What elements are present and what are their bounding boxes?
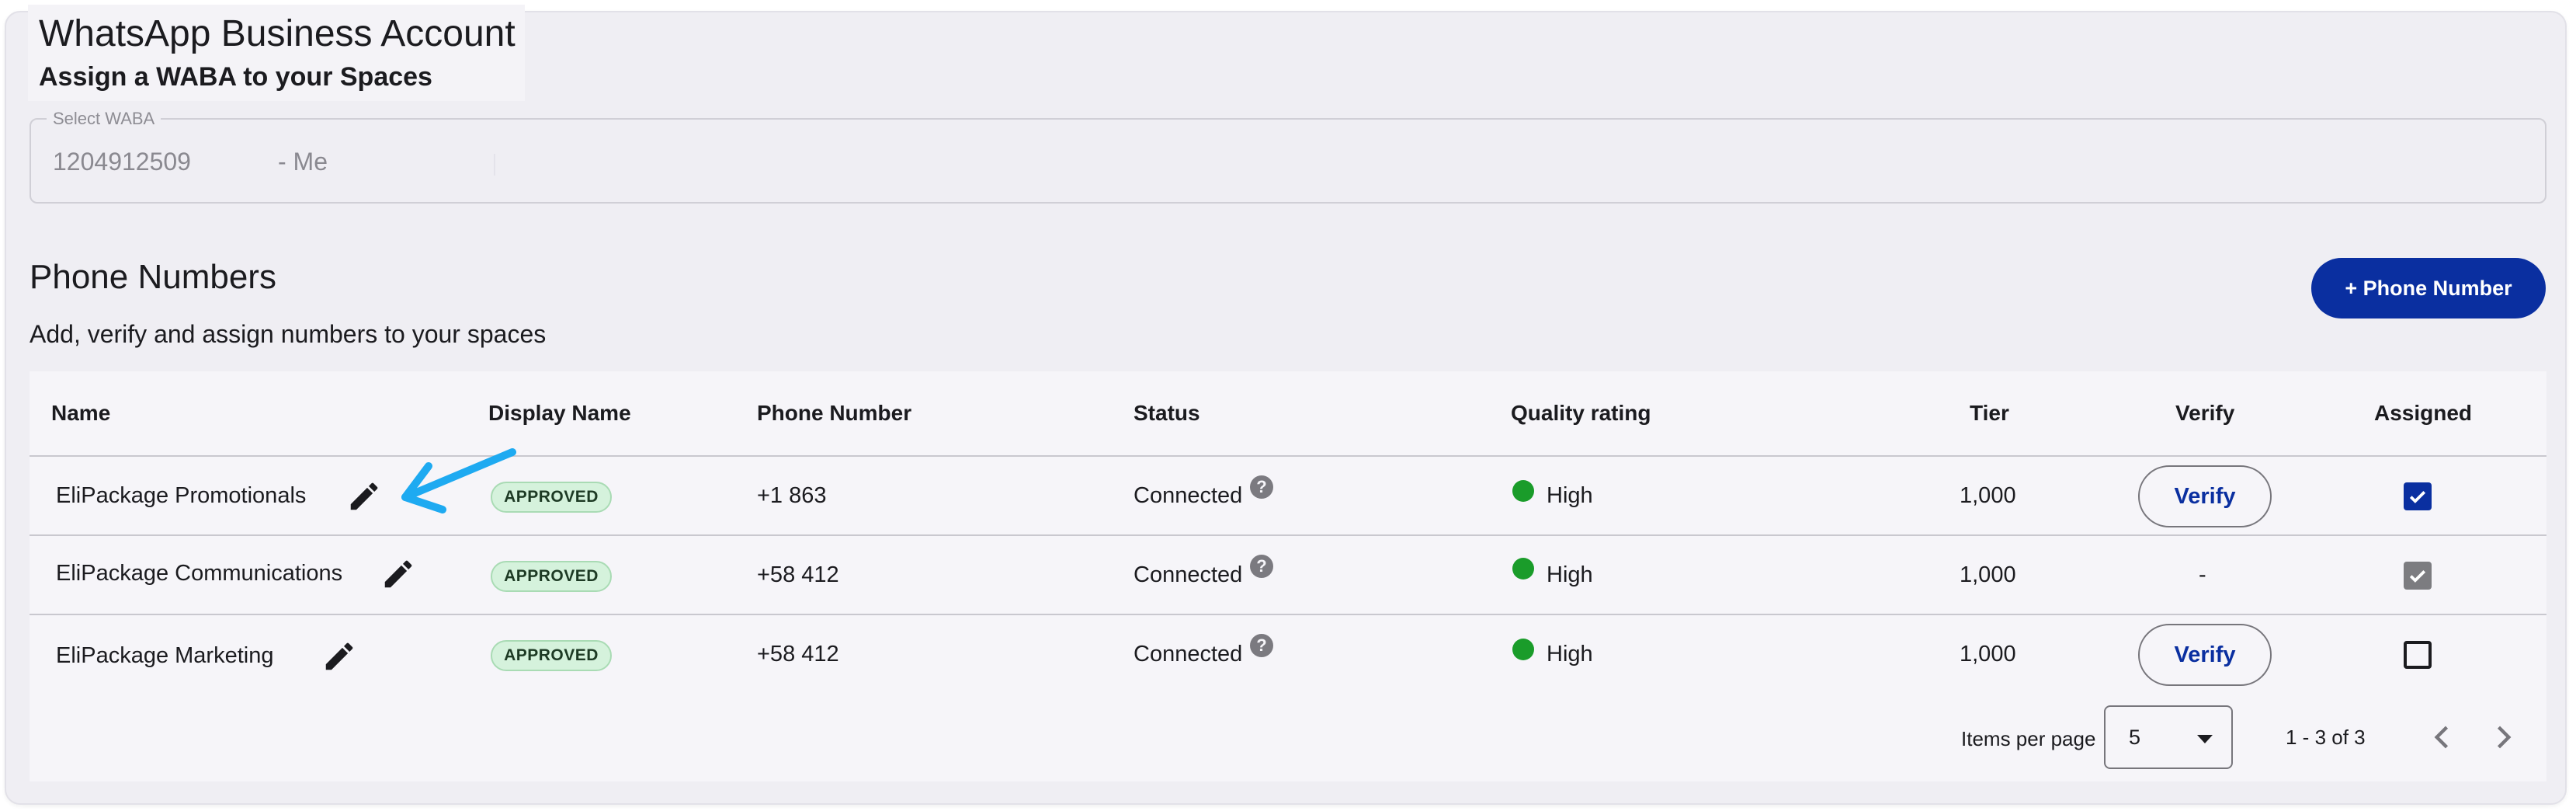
column-header-tier[interactable]: Tier xyxy=(1970,401,2009,426)
table-row: EliPackage Marketing APPROVED +58 412 Co… xyxy=(30,615,2546,694)
row-phone-number: +58 412 xyxy=(757,642,839,667)
row-phone-number: +58 412 xyxy=(757,562,839,587)
assigned-checkbox[interactable] xyxy=(2404,482,2432,510)
help-icon[interactable]: ? xyxy=(1250,475,1273,499)
row-tier: 1,000 xyxy=(1960,642,2016,667)
pagination-range: 1 - 3 of 3 xyxy=(2286,726,2366,749)
status-badge: APPROVED xyxy=(491,640,612,671)
annotation-arrow-icon xyxy=(401,448,516,513)
checkmark-icon xyxy=(2409,491,2426,503)
verify-button[interactable]: Verify xyxy=(2138,624,2272,686)
verify-placeholder: - xyxy=(2199,562,2206,587)
edit-pencil-icon[interactable] xyxy=(321,639,357,674)
edit-pencil-icon[interactable] xyxy=(380,556,416,592)
items-per-page-select[interactable]: 5 xyxy=(2104,705,2233,769)
waba-divider xyxy=(494,154,495,176)
row-quality: High xyxy=(1547,642,1593,667)
status-badge: APPROVED xyxy=(491,561,612,592)
waba-select-label: Select WABA xyxy=(47,109,161,129)
column-header-status[interactable]: Status xyxy=(1134,401,1200,426)
column-header-phone-number[interactable]: Phone Number xyxy=(757,401,911,426)
chevron-left-icon[interactable] xyxy=(2425,720,2460,754)
row-status: Connected xyxy=(1134,483,1243,508)
column-header-display-name[interactable]: Display Name xyxy=(488,401,631,426)
table-row: EliPackage Communications APPROVED +58 4… xyxy=(30,536,2546,615)
assigned-checkbox[interactable] xyxy=(2404,641,2432,669)
edit-pencil-icon[interactable] xyxy=(346,479,382,514)
verify-button[interactable]: Verify xyxy=(2138,465,2272,527)
row-status: Connected xyxy=(1134,562,1243,587)
items-per-page-value: 5 xyxy=(2129,726,2141,749)
row-quality: High xyxy=(1547,483,1593,508)
help-icon[interactable]: ? xyxy=(1250,555,1273,578)
page-subtitle: Assign a WABA to your Spaces xyxy=(39,62,432,92)
quality-dot-icon xyxy=(1512,558,1534,580)
row-tier: 1,000 xyxy=(1960,483,2016,508)
row-phone-number: +1 863 xyxy=(757,483,827,508)
row-status: Connected xyxy=(1134,642,1243,667)
help-icon[interactable]: ? xyxy=(1250,634,1273,657)
column-header-assigned[interactable]: Assigned xyxy=(2374,401,2472,426)
waba-id-value: 1204912509 xyxy=(53,148,191,176)
waba-select-field[interactable] xyxy=(30,118,2546,204)
page-title: WhatsApp Business Account xyxy=(39,13,516,54)
phone-numbers-table: Name Display Name Phone Number Status Qu… xyxy=(30,371,2546,781)
row-quality: High xyxy=(1547,562,1593,587)
row-name: EliPackage Communications xyxy=(56,561,343,586)
phone-numbers-title: Phone Numbers xyxy=(30,258,276,296)
phone-numbers-subtitle: Add, verify and assign numbers to your s… xyxy=(30,320,547,348)
column-header-verify[interactable]: Verify xyxy=(2175,401,2234,426)
caret-down-icon xyxy=(2197,735,2213,743)
row-name: EliPackage Promotionals xyxy=(56,483,307,508)
row-tier: 1,000 xyxy=(1960,562,2016,587)
assigned-checkbox xyxy=(2404,562,2432,590)
quality-dot-icon xyxy=(1512,639,1534,660)
column-header-name[interactable]: Name xyxy=(51,401,110,426)
chevron-right-icon[interactable] xyxy=(2486,720,2520,754)
waba-owner-value: - Me xyxy=(278,148,328,176)
row-name: EliPackage Marketing xyxy=(56,643,274,668)
column-header-quality-rating[interactable]: Quality rating xyxy=(1511,401,1651,426)
add-phone-number-button[interactable]: + Phone Number xyxy=(2311,258,2546,318)
items-per-page-label: Items per page xyxy=(1961,727,2096,750)
quality-dot-icon xyxy=(1512,480,1534,502)
checkmark-icon xyxy=(2409,570,2426,583)
